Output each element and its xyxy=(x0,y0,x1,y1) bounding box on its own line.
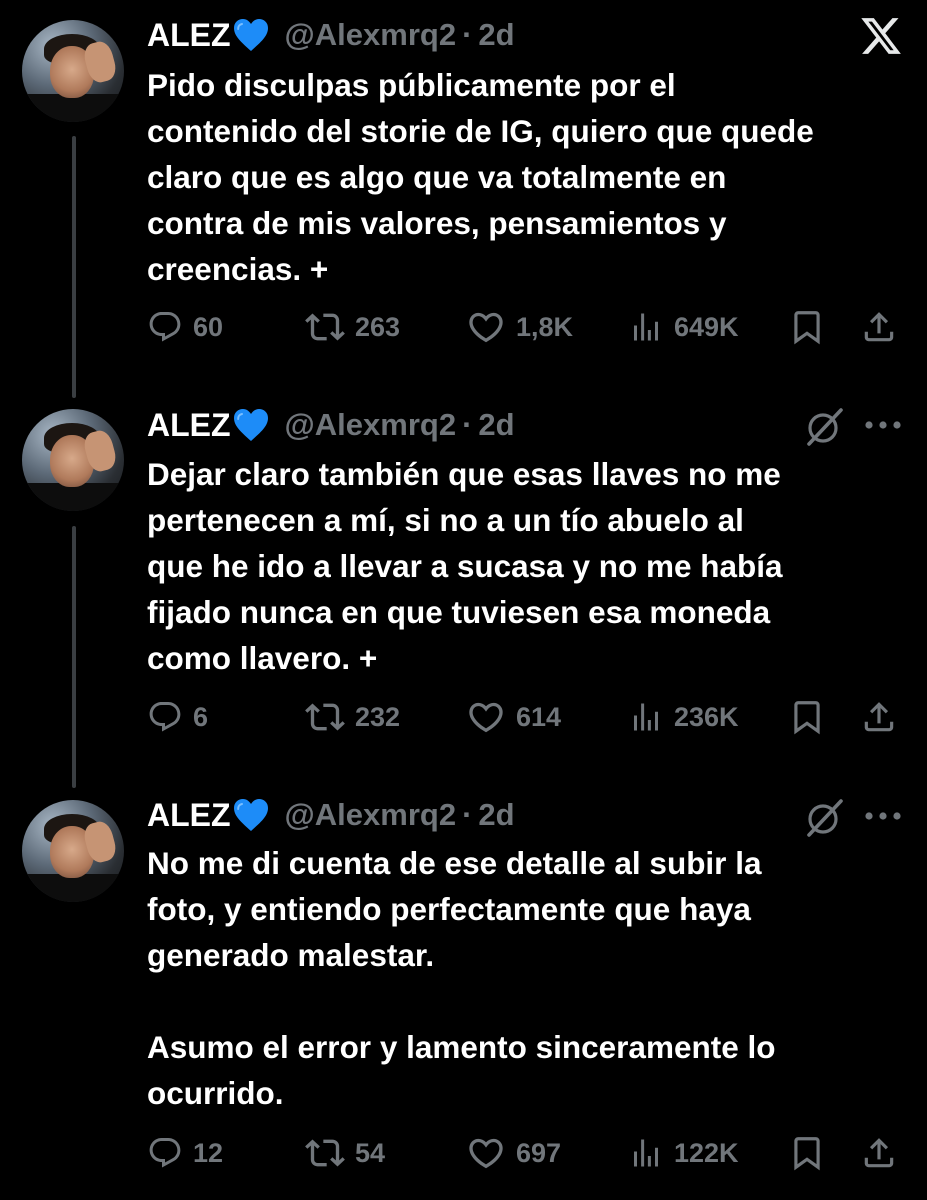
share-icon xyxy=(860,1134,898,1172)
blue-heart-icon xyxy=(233,18,269,52)
views-icon xyxy=(628,1135,664,1171)
avatar[interactable] xyxy=(22,20,124,122)
reply-icon xyxy=(147,699,183,735)
bookmark-icon xyxy=(788,1134,826,1172)
like-button[interactable]: 697 xyxy=(466,1133,561,1173)
reply-icon xyxy=(147,1135,183,1171)
tweet-timestamp[interactable]: 2d xyxy=(478,797,514,833)
like-icon xyxy=(466,697,506,737)
share-icon xyxy=(860,698,898,736)
separator-dot: · xyxy=(462,17,473,52)
separator-dot: · xyxy=(462,797,473,832)
author-handle[interactable]: @Alexmrq2 xyxy=(285,407,457,443)
view-count: 122K xyxy=(674,1137,739,1168)
views-button[interactable]: 122K xyxy=(628,1133,739,1173)
author-handle[interactable]: @Alexmrq2 xyxy=(285,797,457,833)
tweet-header: ALEZ @Alexmrq2 · 2d xyxy=(147,13,515,57)
tweet-header: ALEZ @Alexmrq2 · 2d xyxy=(147,793,515,837)
views-icon xyxy=(628,309,664,345)
bookmark-button[interactable] xyxy=(788,1133,826,1173)
tweet-text: Pido disculpas públicamente por el conte… xyxy=(147,67,814,287)
x-logo-icon[interactable] xyxy=(858,14,904,58)
author-name[interactable]: ALEZ xyxy=(147,407,231,444)
share-button[interactable] xyxy=(860,697,898,737)
blue-heart-icon xyxy=(233,408,269,442)
reply-button[interactable]: 12 xyxy=(147,1133,223,1173)
bookmark-icon xyxy=(788,308,826,346)
like-count: 697 xyxy=(516,1137,562,1168)
tweet-text: No me di cuenta de ese detalle al subir … xyxy=(147,845,776,1111)
repost-count: 54 xyxy=(355,1137,386,1168)
repost-button[interactable]: 263 xyxy=(305,307,400,347)
views-button[interactable]: 236K xyxy=(628,697,739,737)
more-options-icon[interactable] xyxy=(863,419,903,431)
share-button[interactable] xyxy=(860,307,898,347)
reply-count: 12 xyxy=(193,1137,224,1168)
reply-count: 60 xyxy=(193,311,224,342)
repost-count: 263 xyxy=(355,311,401,342)
avatar[interactable] xyxy=(22,409,124,511)
avatar[interactable] xyxy=(22,800,124,902)
bookmark-button[interactable] xyxy=(788,307,826,347)
reply-count: 6 xyxy=(193,701,209,732)
tweet-text: Dejar claro también que esas llaves no m… xyxy=(147,456,783,676)
author-name[interactable]: ALEZ xyxy=(147,797,231,834)
like-icon xyxy=(466,307,506,347)
grok-icon[interactable] xyxy=(803,797,845,839)
reply-button[interactable]: 60 xyxy=(147,307,223,347)
reply-icon xyxy=(147,309,183,345)
separator-dot: · xyxy=(462,407,473,442)
share-button[interactable] xyxy=(860,1133,898,1173)
blue-heart-icon xyxy=(233,798,269,832)
like-button[interactable]: 614 xyxy=(466,697,561,737)
like-button[interactable]: 1,8K xyxy=(466,307,573,347)
like-count: 614 xyxy=(516,701,562,732)
view-count: 236K xyxy=(674,701,739,732)
repost-button[interactable]: 54 xyxy=(305,1133,385,1173)
author-handle[interactable]: @Alexmrq2 xyxy=(285,17,457,53)
repost-count: 232 xyxy=(355,701,401,732)
bookmark-icon xyxy=(788,698,826,736)
tweet-timestamp[interactable]: 2d xyxy=(478,17,514,53)
views-button[interactable]: 649K xyxy=(628,307,739,347)
more-options-icon[interactable] xyxy=(863,810,903,822)
repost-icon xyxy=(305,307,345,347)
thread-connector-line xyxy=(72,526,76,788)
repost-icon xyxy=(305,1133,345,1173)
reply-button[interactable]: 6 xyxy=(147,697,208,737)
repost-icon xyxy=(305,697,345,737)
bookmark-button[interactable] xyxy=(788,697,826,737)
repost-button[interactable]: 232 xyxy=(305,697,400,737)
grok-icon[interactable] xyxy=(803,406,845,448)
like-count: 1,8K xyxy=(516,311,574,342)
author-name[interactable]: ALEZ xyxy=(147,17,231,54)
tweet-timestamp[interactable]: 2d xyxy=(478,407,514,443)
like-icon xyxy=(466,1133,506,1173)
view-count: 649K xyxy=(674,311,739,342)
views-icon xyxy=(628,699,664,735)
share-icon xyxy=(860,308,898,346)
tweet-header: ALEZ @Alexmrq2 · 2d xyxy=(147,403,515,447)
thread-connector-line xyxy=(72,136,76,398)
